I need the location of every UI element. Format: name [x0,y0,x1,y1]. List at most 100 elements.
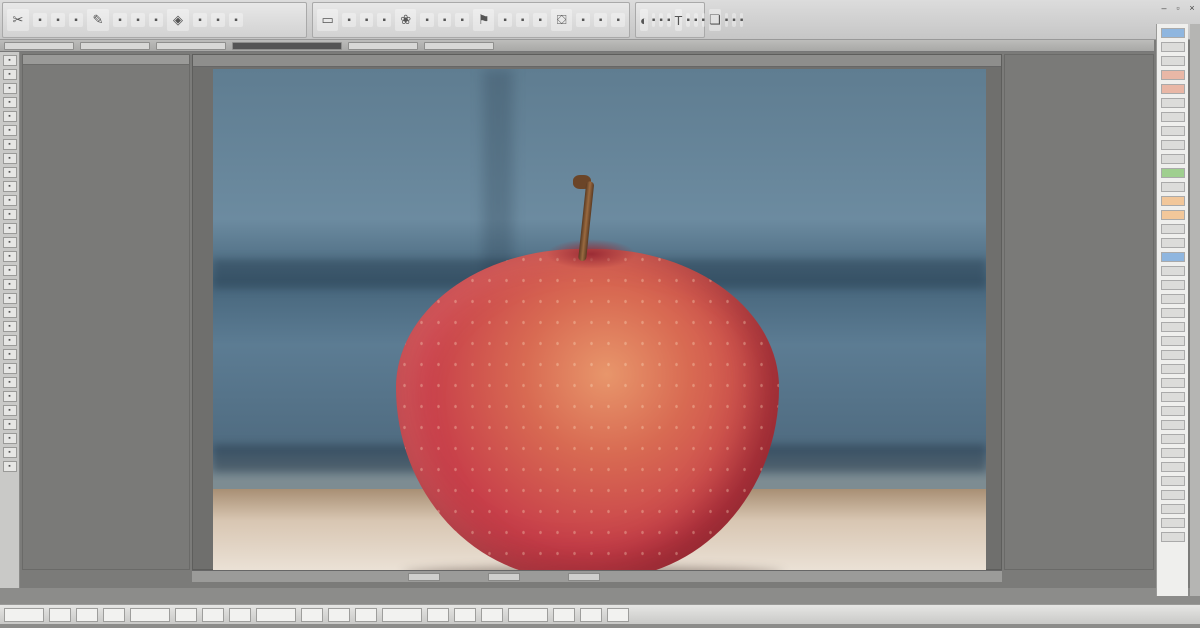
panel-tool-icon[interactable] [1160,210,1185,220]
tool-icon[interactable]: ▪ [2,265,17,276]
minimize-icon[interactable]: – [1158,3,1170,13]
taskbar-item[interactable] [481,607,503,622]
tool-icon[interactable]: ▪ [2,83,17,94]
small-tool-icon[interactable]: ▪ [732,13,736,27]
tool-icon[interactable]: ▪ [2,363,17,374]
panel-tool-icon[interactable] [1160,532,1185,542]
option-field[interactable] [4,41,74,50]
tool-icon[interactable]: ▪ [2,391,17,402]
small-tool-icon[interactable]: ▪ [533,13,547,27]
panel-tool-icon[interactable] [1160,126,1185,136]
taskbar-item[interactable] [229,607,251,622]
tool-icon[interactable]: ▪ [2,335,17,346]
taskbar-item[interactable] [355,607,377,622]
tool-icon[interactable]: ▪ [2,111,17,122]
small-tool-icon[interactable]: ▪ [593,13,608,27]
panel-tool-icon[interactable] [1160,350,1185,360]
taskbar-item[interactable] [301,607,323,622]
option-field[interactable] [424,41,494,50]
panel-tool-icon[interactable] [1160,238,1185,248]
crop-icon[interactable]: ✂ [7,9,29,31]
small-tool-icon[interactable]: ▪ [149,13,163,27]
tool-icon[interactable]: ▪ [2,279,17,290]
brush-icon[interactable]: ✎ [87,9,109,31]
adjust-icon[interactable]: ◐ [640,9,648,31]
taskbar-item[interactable] [49,607,71,622]
panel-tool-icon[interactable] [1160,420,1185,430]
taskbar-item[interactable] [103,607,125,622]
option-field[interactable] [80,41,150,50]
taskbar-item[interactable] [76,607,98,622]
small-tool-icon[interactable]: ▪ [651,13,656,27]
panel-tool-icon[interactable] [1160,84,1185,94]
taskbar-item[interactable] [175,607,197,622]
small-tool-icon[interactable]: ▪ [694,13,698,27]
tool-icon[interactable]: ▪ [2,55,17,66]
tool-icon[interactable]: ▪ [2,139,17,150]
panel-tool-icon[interactable] [1160,252,1185,262]
shape-icon[interactable]: ◈ [167,9,189,31]
tool-icon[interactable]: ▪ [2,447,17,458]
small-tool-icon[interactable]: ▪ [342,13,356,27]
small-tool-icon[interactable]: ▪ [686,13,690,27]
taskbar-item[interactable] [454,607,476,622]
panel-tool-icon[interactable] [1160,56,1185,66]
tool-icon[interactable]: ▪ [2,433,17,444]
frame-icon[interactable]: ▭ [317,9,339,31]
small-tool-icon[interactable]: ▪ [211,13,225,27]
small-tool-icon[interactable]: ▪ [113,13,127,27]
small-tool-icon[interactable]: ▪ [437,13,452,27]
panel-tool-icon[interactable] [1160,294,1185,304]
small-tool-icon[interactable]: ▪ [359,13,374,27]
stamp-icon[interactable]: ⚑ [473,9,495,31]
apple-photo[interactable] [213,69,986,571]
palette-icon[interactable]: ❀ [395,9,417,31]
taskbar-item[interactable] [202,607,224,622]
panel-tool-icon[interactable] [1160,168,1185,178]
panel-tool-icon[interactable] [1160,392,1185,402]
small-tool-icon[interactable]: ▪ [229,13,243,27]
maximize-icon[interactable]: ▫ [1172,3,1184,13]
text-icon[interactable]: T [674,9,683,31]
small-tool-icon[interactable]: ▪ [51,13,65,27]
panel-tool-icon[interactable] [1160,476,1185,486]
small-tool-icon[interactable]: ▪ [739,13,744,27]
tool-icon[interactable]: ▪ [2,419,17,430]
panel-tool-icon[interactable] [1160,154,1185,164]
tool-icon[interactable]: ▪ [2,125,17,136]
small-tool-icon[interactable]: ▪ [515,13,530,27]
tool-icon[interactable]: ▪ [2,405,17,416]
tool-icon[interactable]: ▪ [2,349,17,360]
small-tool-icon[interactable]: ▪ [666,13,671,27]
tool-icon[interactable]: ▪ [2,69,17,80]
close-icon[interactable]: × [1186,3,1198,13]
panel-tool-icon[interactable] [1160,490,1185,500]
panel-tool-icon[interactable] [1160,280,1185,290]
panel-tool-icon[interactable] [1160,266,1185,276]
tool-icon[interactable]: ▪ [2,223,17,234]
taskbar-item[interactable] [580,607,602,622]
small-tool-icon[interactable]: ▪ [455,13,469,27]
small-tool-icon[interactable]: ▪ [131,13,145,27]
small-tool-icon[interactable]: ▪ [420,13,434,27]
tool-icon[interactable]: ▪ [2,321,17,332]
panel-tool-icon[interactable] [1160,28,1185,38]
small-tool-icon[interactable]: ▪ [701,13,706,27]
small-tool-icon[interactable]: ▪ [498,13,512,27]
small-tool-icon[interactable]: ▪ [377,13,391,27]
panel-tool-icon[interactable] [1160,140,1185,150]
layers-icon[interactable]: ❏ [709,9,721,31]
panel-tool-icon[interactable] [1160,196,1185,206]
vertical-scrollbar[interactable] [1190,24,1200,596]
tool-icon[interactable]: ▪ [2,461,17,472]
tool-icon[interactable]: ▪ [2,167,17,178]
small-tool-icon[interactable]: ▪ [33,13,47,27]
taskbar-item[interactable] [256,607,296,622]
tool-icon[interactable]: ▪ [2,97,17,108]
panel-tool-icon[interactable] [1160,518,1185,528]
panel-tool-icon[interactable] [1160,182,1185,192]
small-tool-icon[interactable]: ▪ [576,13,590,27]
panel-tool-icon[interactable] [1160,336,1185,346]
taskbar-item[interactable] [382,607,422,622]
taskbar-item[interactable] [130,607,170,622]
